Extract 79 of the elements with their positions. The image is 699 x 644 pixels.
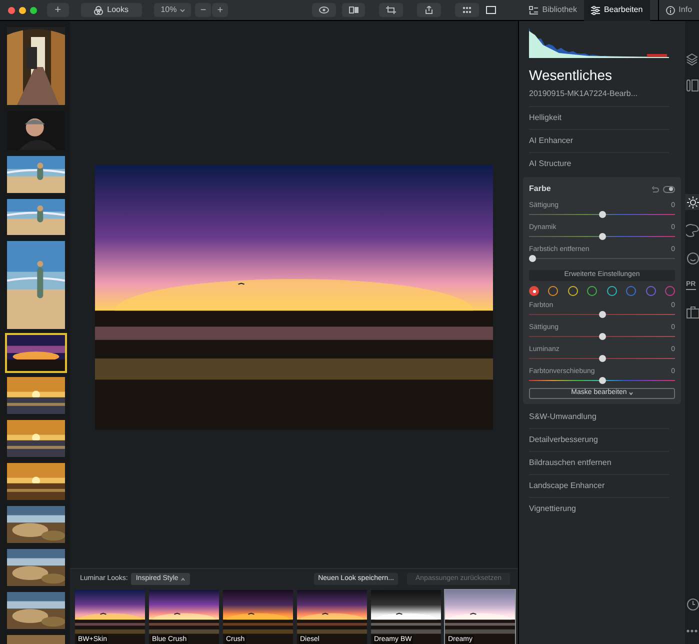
- tool-section[interactable]: Helligkeit: [529, 106, 669, 129]
- tool-section[interactable]: Detailverbesserung: [529, 428, 669, 451]
- color-swatch[interactable]: [587, 286, 598, 296]
- tab[interactable]: Bearbeiten: [584, 0, 650, 20]
- card-title: Farbe: [529, 183, 551, 195]
- zoom-dropdown[interactable]: 10%: [154, 3, 192, 17]
- caret-icon: [181, 578, 186, 580]
- more-button[interactable]: [686, 628, 699, 633]
- slider-thumb[interactable]: [598, 377, 606, 384]
- slider-thumb[interactable]: [598, 355, 606, 362]
- tool-section[interactable]: Bildrauschen entfernen: [529, 451, 669, 474]
- library-icon: [529, 6, 538, 14]
- compare-button[interactable]: [342, 3, 366, 17]
- slider-thumb[interactable]: [598, 311, 606, 318]
- thumbnail[interactable]: [5, 547, 67, 588]
- thumbnail[interactable]: [5, 375, 67, 416]
- zoom-in-button[interactable]: +: [212, 3, 228, 17]
- slider[interactable]: [529, 211, 675, 218]
- slider-thumb[interactable]: [529, 255, 536, 262]
- eye-button[interactable]: [312, 3, 336, 17]
- crop-button[interactable]: [379, 3, 404, 17]
- thumbnail[interactable]: [5, 590, 67, 631]
- color-swatch[interactable]: [568, 286, 578, 296]
- eye-icon: [318, 6, 329, 14]
- history-button[interactable]: [686, 598, 699, 611]
- sun-icon: [686, 196, 699, 208]
- thumbnail[interactable]: [5, 504, 67, 545]
- canvas-icon: [686, 78, 699, 92]
- slider[interactable]: [529, 333, 675, 340]
- color-swatch[interactable]: [529, 286, 539, 296]
- slider[interactable]: [529, 255, 675, 262]
- tool-section[interactable]: AI Enhancer: [529, 129, 669, 152]
- tab[interactable]: Bibliothek: [522, 0, 584, 20]
- slider-thumb[interactable]: [598, 333, 606, 340]
- smiley-icon: [686, 252, 699, 264]
- zoom-out-button[interactable]: −: [195, 3, 212, 17]
- grid-view-icon: [462, 6, 472, 14]
- looks-icon: [94, 6, 104, 14]
- slider-thumb[interactable]: [598, 211, 606, 218]
- looks-button[interactable]: Looks: [80, 3, 142, 17]
- more-icon: [686, 628, 699, 632]
- info-icon: [666, 6, 675, 14]
- color-swatch[interactable]: [626, 286, 636, 296]
- tool-section[interactable]: Landscape Enhancer: [529, 474, 669, 497]
- color-swatch[interactable]: [606, 286, 617, 296]
- crop-icon: [386, 6, 396, 14]
- share-icon: [424, 6, 434, 14]
- briefcase-icon: [686, 306, 699, 318]
- slider-thumb[interactable]: [598, 233, 606, 240]
- grid-view-button[interactable]: [454, 3, 479, 17]
- slider[interactable]: [529, 233, 675, 240]
- thumbnail[interactable]: [5, 333, 67, 373]
- tool-section[interactable]: S&W-Umwandlung: [529, 405, 669, 428]
- tool-section[interactable]: Vignettierung: [529, 497, 669, 520]
- color-swatch[interactable]: [548, 286, 558, 296]
- single-view-icon: [486, 6, 496, 14]
- undo-icon: [652, 186, 659, 192]
- compare-icon: [348, 6, 359, 14]
- thumbnail[interactable]: [5, 109, 67, 152]
- thumbnail[interactable]: [5, 197, 67, 237]
- tool-section[interactable]: AI Structure: [529, 152, 669, 175]
- thumbnail[interactable]: [5, 154, 67, 195]
- thumbnail[interactable]: [5, 418, 67, 459]
- add-button[interactable]: +: [47, 3, 69, 17]
- slider[interactable]: [529, 311, 675, 318]
- share-button[interactable]: [417, 3, 441, 17]
- caret-icon: [628, 392, 633, 395]
- toggle-switch[interactable]: [663, 186, 675, 192]
- sliders-icon: [590, 6, 600, 14]
- thumbnail[interactable]: [5, 461, 67, 502]
- panel-title: Wesentliches: [528, 66, 614, 84]
- slider[interactable]: [529, 377, 675, 384]
- color-swatch[interactable]: [646, 286, 656, 296]
- color-swatch[interactable]: [664, 286, 675, 296]
- caret-icon: [180, 8, 185, 12]
- clock-icon: [686, 598, 699, 611]
- file-name: 20190915-MK1A7224-Bearb...: [528, 88, 639, 100]
- layers-icon: [686, 52, 699, 66]
- slider[interactable]: [529, 355, 675, 362]
